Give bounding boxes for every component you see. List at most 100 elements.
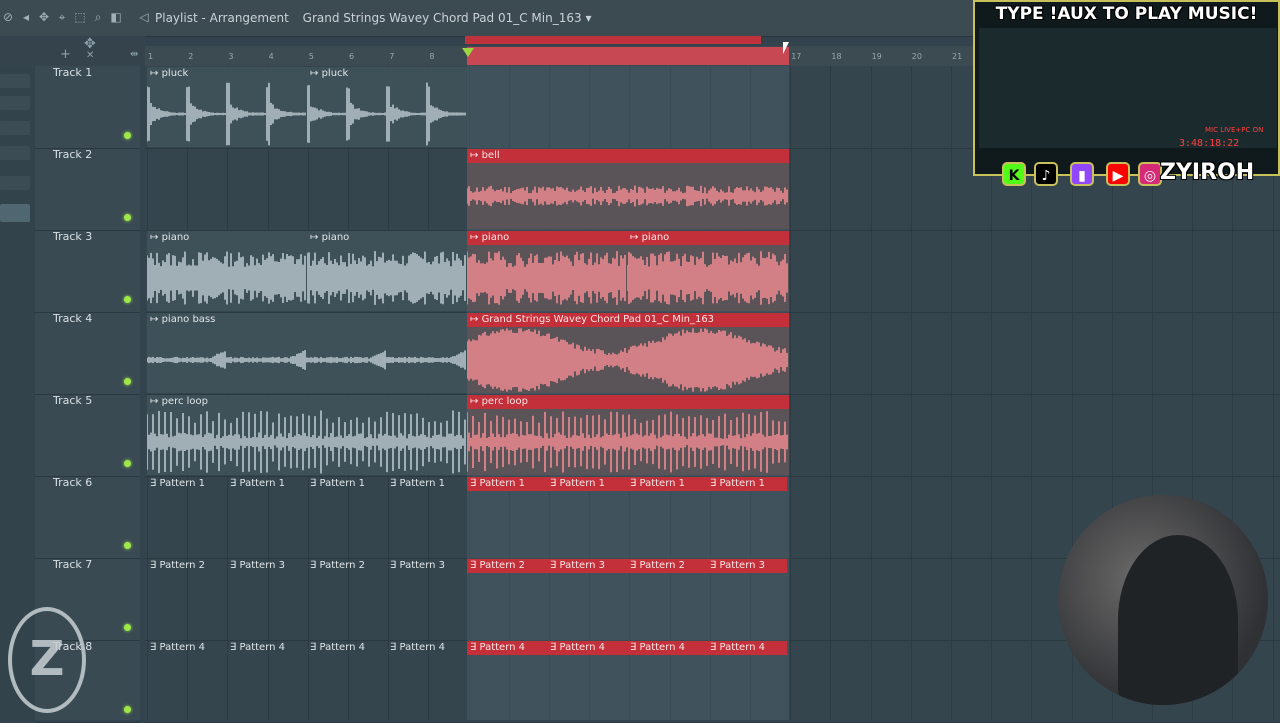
- pattern-clip[interactable]: Pattern 2: [467, 559, 547, 639]
- pattern-clip[interactable]: Pattern 4: [307, 641, 387, 721]
- pattern-clip[interactable]: Pattern 4: [147, 641, 227, 721]
- clip-label: piano: [150, 232, 189, 243]
- track-header[interactable]: Track 1: [35, 66, 140, 149]
- pattern-clip[interactable]: Pattern 4: [547, 641, 627, 721]
- pattern-clip[interactable]: Pattern 1: [387, 477, 467, 557]
- ruler-bar-number: 4: [268, 52, 274, 61]
- browser-item[interactable]: [0, 121, 30, 135]
- audio-clip[interactable]: pluck: [147, 67, 307, 147]
- pattern-clip[interactable]: Pattern 3: [387, 559, 467, 639]
- pattern-clip[interactable]: Pattern 3: [707, 559, 787, 639]
- paint-tool-icon[interactable]: ✥: [38, 11, 50, 23]
- track-name: Track 6: [53, 476, 93, 489]
- ruler-bar-number: 7: [389, 52, 395, 61]
- clip-label: Pattern 1: [630, 478, 685, 489]
- grid-line: [830, 66, 832, 720]
- pattern-selector[interactable]: Grand Strings Wavey Chord Pad 01_C Min_1…: [303, 11, 582, 25]
- audio-clip[interactable]: Grand Strings Wavey Chord Pad 01_C Min_1…: [467, 313, 789, 393]
- clip-label: piano bass: [150, 314, 215, 325]
- close-icon[interactable]: ✕: [86, 50, 94, 61]
- pattern-clip[interactable]: Pattern 1: [547, 477, 627, 557]
- pattern-clip[interactable]: Pattern 4: [627, 641, 707, 721]
- browser-item[interactable]: [0, 96, 30, 110]
- clip-label: Pattern 1: [710, 478, 765, 489]
- youtube-icon: ▶: [1106, 162, 1130, 186]
- arrow-left-icon[interactable]: ◁: [138, 11, 150, 23]
- audio-clip[interactable]: piano: [307, 231, 467, 311]
- waveform: [467, 251, 626, 305]
- browser-item-selected[interactable]: [0, 204, 30, 222]
- track-led[interactable]: [124, 460, 131, 467]
- pattern-clip[interactable]: Pattern 4: [707, 641, 787, 721]
- clip-label: bell: [470, 150, 500, 161]
- track-header[interactable]: Track 2: [35, 148, 140, 231]
- ruler-bar-number: 1: [148, 52, 154, 61]
- grid-line: [870, 66, 872, 720]
- pattern-clip[interactable]: Pattern 4: [227, 641, 307, 721]
- audio-clip[interactable]: bell: [467, 149, 789, 229]
- pattern-clip[interactable]: Pattern 1: [227, 477, 307, 557]
- track-led[interactable]: [124, 296, 131, 303]
- audio-clip[interactable]: perc loop: [147, 395, 467, 475]
- snap-icon[interactable]: ⊘: [2, 11, 14, 23]
- audio-clip[interactable]: perc loop: [467, 395, 789, 475]
- instagram-icon: ◎: [1138, 162, 1162, 186]
- track-led[interactable]: [124, 214, 131, 221]
- mouse-cursor: [783, 42, 789, 54]
- ruler-bar-number: 5: [308, 52, 314, 61]
- track-led[interactable]: [124, 624, 131, 631]
- arrows-icon[interactable]: ⇹: [130, 49, 138, 60]
- pattern-clip[interactable]: Pattern 1: [307, 477, 387, 557]
- track-header[interactable]: Track 6: [35, 476, 140, 559]
- pattern-clip[interactable]: Pattern 1: [627, 477, 707, 557]
- track-led[interactable]: [124, 706, 131, 713]
- waveform: [307, 82, 466, 146]
- clip-label: Pattern 3: [230, 560, 285, 571]
- pattern-clip[interactable]: Pattern 3: [547, 559, 627, 639]
- slice-tool-icon[interactable]: ⬚: [74, 11, 86, 23]
- browser-item[interactable]: [0, 74, 30, 88]
- audio-clip[interactable]: piano bass: [147, 313, 467, 393]
- pattern-clip[interactable]: Pattern 1: [707, 477, 787, 557]
- chevron-down-icon[interactable]: ▾: [585, 11, 591, 25]
- waveform: [147, 251, 306, 305]
- streamer-image: [1118, 535, 1238, 705]
- tiktok-icon: ♪: [1034, 162, 1058, 186]
- zoom-tool-icon[interactable]: ⌕: [92, 11, 104, 23]
- pattern-clip[interactable]: Pattern 1: [147, 477, 227, 557]
- kick-icon: K: [1002, 162, 1026, 186]
- pattern-clip[interactable]: Pattern 4: [387, 641, 467, 721]
- stream-clock: 3:48:18:22: [1179, 138, 1240, 149]
- pattern-clip[interactable]: Pattern 2: [147, 559, 227, 639]
- track-led[interactable]: [124, 542, 131, 549]
- audio-clip[interactable]: piano: [467, 231, 627, 311]
- aux-banner: TYPE !AUX TO PLAY MUSIC!: [995, 4, 1258, 24]
- browser-item[interactable]: [0, 146, 30, 160]
- pattern-clip[interactable]: Pattern 4: [467, 641, 547, 721]
- song-position-marker[interactable]: [462, 48, 474, 57]
- track-led[interactable]: [124, 132, 131, 139]
- clip-label: Pattern 4: [470, 642, 525, 653]
- select-tool-icon[interactable]: ⌖: [56, 11, 68, 23]
- loop-region-bar[interactable]: [465, 36, 761, 44]
- pattern-clip[interactable]: Pattern 2: [627, 559, 707, 639]
- track-header[interactable]: Track 4: [35, 312, 140, 395]
- audio-clip[interactable]: piano: [147, 231, 307, 311]
- time-selection[interactable]: [467, 47, 789, 65]
- playback-tool-icon[interactable]: ◧: [110, 11, 122, 23]
- audio-clip[interactable]: piano: [627, 231, 789, 311]
- clip-label: Grand Strings Wavey Chord Pad 01_C Min_1…: [470, 314, 714, 325]
- draw-tool-icon[interactable]: ◂: [20, 11, 32, 23]
- audio-clip[interactable]: pluck: [307, 67, 467, 147]
- pattern-clip[interactable]: Pattern 1: [467, 477, 547, 557]
- browser-item[interactable]: [0, 176, 30, 190]
- clip-label: Pattern 1: [150, 478, 205, 489]
- pattern-clip[interactable]: Pattern 2: [307, 559, 387, 639]
- pattern-clip[interactable]: Pattern 3: [227, 559, 307, 639]
- clip-label: Pattern 1: [550, 478, 605, 489]
- clip-label: Pattern 4: [150, 642, 205, 653]
- add-icon[interactable]: +: [60, 47, 71, 62]
- track-header[interactable]: Track 5: [35, 394, 140, 477]
- track-led[interactable]: [124, 378, 131, 385]
- track-header[interactable]: Track 3: [35, 230, 140, 313]
